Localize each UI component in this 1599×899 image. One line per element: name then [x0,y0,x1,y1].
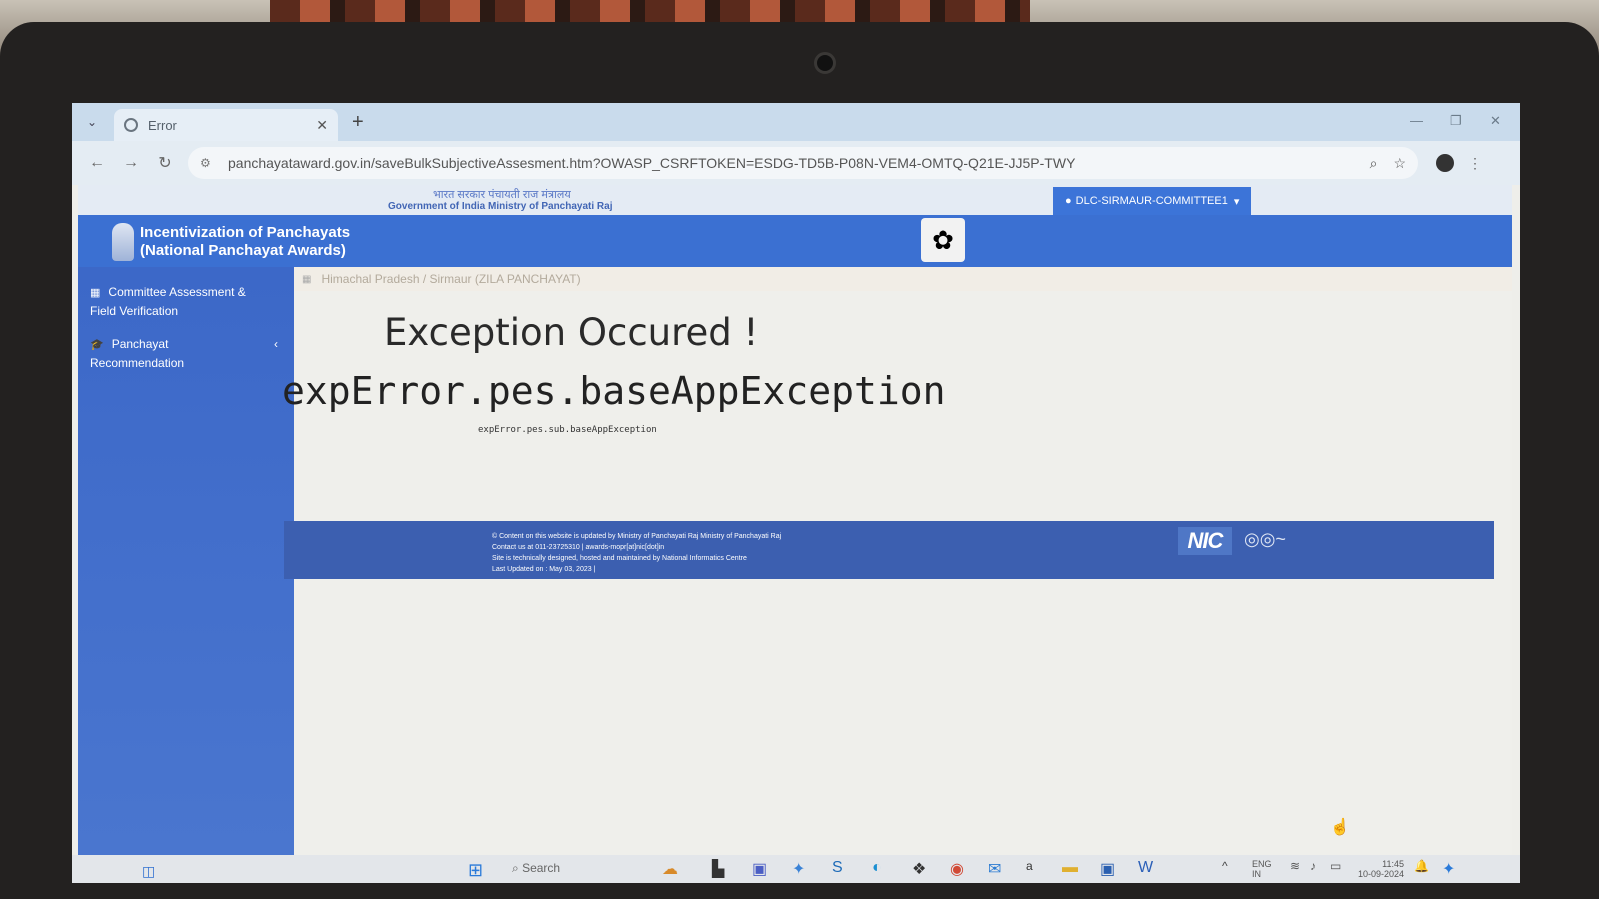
windows-start-icon[interactable]: ⊞ [468,860,483,881]
widgets-icon[interactable]: ◫ [142,863,155,880]
app-icon[interactable]: S [832,859,843,877]
restore-icon[interactable]: ❐ [1450,113,1462,129]
task-view-icon[interactable]: ▙ [712,859,724,879]
taskbar-search-placeholder: Search [522,861,561,875]
weather-icon[interactable]: ☁ [662,859,678,879]
file-explorer-icon[interactable]: ▬ [1062,859,1078,877]
government-strip: भारत सरकार पंचायती राज मंत्रालय Governme… [78,185,1512,215]
breadcrumb: ▦ Himachal Pradesh / Sirmaur (ZILA PANCH… [294,267,1512,291]
globe-icon [124,118,138,132]
caret-down-icon: ▾ [1233,195,1240,208]
error-detail: expError.pes.sub.baseAppException [478,425,657,435]
footer-text: © Content on this website is updated by … [492,531,781,575]
swachh-bharat-logo: ◎◎~ [1244,529,1286,549]
clock[interactable]: 11:45 10-09-2024 [1354,859,1404,879]
wifi-icon[interactable]: ≋ [1290,859,1300,873]
site-title-line2: (National Panchayat Awards) [140,242,346,259]
hand-cursor-icon: ☝ [1330,819,1350,836]
browser-tab-bar: ⌄ Error ✕ + — ❐ ✕ [72,103,1520,141]
zoom-icon[interactable]: ⌕ [1370,155,1378,172]
tab-title: Error [148,117,177,133]
reload-icon[interactable]: ↻ [148,153,182,173]
volume-icon[interactable]: ♪ [1310,859,1316,873]
tab-list-chevron-icon[interactable]: ⌄ [78,108,106,136]
chrome-icon[interactable]: ◉ [950,859,964,879]
browser-menu-icon[interactable]: ⋮ [1468,155,1482,172]
sidebar-item-committee-assessment[interactable]: ▦ Committee Assessment & Field Verificati… [90,283,270,320]
address-bar[interactable]: ⚙ panchayataward.gov.in/saveBulkSubjecti… [188,147,1418,179]
footer-line3: Site is technically designed, hosted and… [492,555,747,562]
error-title: Exception Occured ! [384,311,759,354]
dropbox-icon[interactable]: ❖ [912,859,926,879]
region-code: IN [1252,869,1261,879]
webcam [814,52,836,74]
taskbar-search[interactable]: ⌕ Search [512,861,560,876]
bookmark-star-icon[interactable]: ☆ [1393,155,1406,172]
site-info-icon[interactable]: ⚙ [200,156,216,170]
sidebar-item-label: Panchayat Recommendation [90,337,185,370]
laptop-screen: ⌄ Error ✕ + — ❐ ✕ ← → ↻ ⚙ panchayataward… [72,103,1520,883]
clock-time: 11:45 [1382,859,1404,869]
clock-date: 10-09-2024 [1357,869,1404,879]
new-tab-button[interactable]: + [352,111,364,134]
tab-close-icon[interactable]: ✕ [316,117,328,134]
url-text[interactable]: panchayataward.gov.in/saveBulkSubjective… [228,155,1354,171]
graduation-cap-icon: 🎓 [90,339,104,351]
table-icon: ▦ [90,287,101,299]
amazon-icon[interactable]: a [1026,859,1033,873]
battery-icon[interactable]: ▭ [1330,859,1341,873]
edge-icon[interactable]: ◐ [872,859,882,877]
mail-icon[interactable]: ✉ [988,859,1001,879]
tray-chevron-icon[interactable]: ^ [1222,859,1228,873]
app-store-icon[interactable]: ▣ [1100,859,1115,879]
site-header: Incentivization of Panchayats (National … [78,215,1512,267]
window-close-icon[interactable]: ✕ [1490,113,1501,129]
user-menu-button[interactable]: ● DLC-SIRMAUR-COMMITTEE1 ▾ [1053,187,1252,215]
site-footer: © Content on this website is updated by … [284,521,1494,579]
dashboard-icon: ▦ [302,273,312,285]
footer-line2: Contact us at 011-23725310 | awards-mopr… [492,544,665,551]
language-indicator[interactable]: ENG IN [1252,859,1272,879]
forward-arrow-icon[interactable]: → [114,154,148,172]
sidebar: ▦ Committee Assessment & Field Verificati… [78,267,294,855]
user-menu-label: DLC-SIRMAUR-COMMITTEE1 [1075,195,1228,207]
language-code: ENG [1252,859,1272,869]
site-title[interactable]: Incentivization of Panchayats (National … [140,224,350,260]
notification-bell-icon[interactable]: 🔔 [1414,859,1429,873]
windows-taskbar: ◫ ⊞ ⌕ Search ☁ ▙ ▣ ✦ S ◐ ❖ ◉ ✉ a ▬ ▣ W ^… [72,855,1520,883]
profile-avatar-icon[interactable] [1436,154,1454,172]
gov-hindi-text: भारत सरकार पंचायती राज मंत्रालय [433,189,571,201]
sidebar-item-panchayat-recommendation[interactable]: 🎓 Panchayat Recommendation [90,335,210,372]
word-icon[interactable]: W [1138,859,1153,877]
gov-english-text: Government of India Ministry of Panchaya… [388,201,613,212]
back-arrow-icon[interactable]: ← [80,154,114,172]
copilot-icon[interactable]: ✦ [792,859,805,879]
web-page: भारत सरकार पंचायती राज मंत्रालय Governme… [72,185,1520,855]
site-title-line1: Incentivization of Panchayats [140,224,351,241]
user-icon: ● [1065,195,1072,207]
teams-icon[interactable]: ▣ [752,859,767,879]
browser-tab-error[interactable]: Error ✕ [114,109,338,141]
chevron-left-icon[interactable]: ‹ [274,337,278,351]
browser-toolbar: ← → ↻ ⚙ panchayataward.gov.in/saveBulkSu… [72,141,1520,185]
national-emblem-icon [112,223,134,261]
error-code: expError.pes.baseAppException [282,369,946,413]
copilot-tray-icon[interactable]: ✦ [1442,859,1455,879]
footer-line4: Last Updated on : May 03, 2023 | [492,566,596,573]
awards-logo: ✿ [921,218,965,262]
sidebar-item-label: Committee Assessment & Field Verificatio… [90,285,246,318]
minimize-icon[interactable]: — [1410,113,1423,128]
breadcrumb-text: Himachal Pradesh / Sirmaur (ZILA PANCHAY… [321,272,581,286]
footer-line1: © Content on this website is updated by … [492,533,782,540]
nic-logo[interactable]: NIC [1178,527,1232,555]
